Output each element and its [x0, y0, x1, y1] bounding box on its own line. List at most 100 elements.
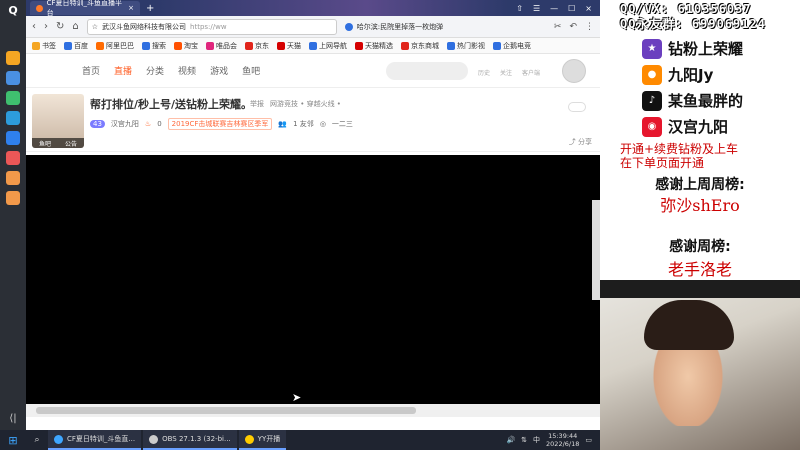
system-tray: 🔊 ⇅ 中 15:39:44 2022/6/18 ▭ — [506, 432, 600, 448]
scrollbar-thumb[interactable] — [36, 407, 416, 414]
bookmark-label: 天猫 — [287, 41, 301, 50]
taskbar: ⊞ ⌕ CF夏日特训_斗鱼直... OBS 27.1.3 (32-bi... Y… — [0, 430, 600, 450]
nav-category[interactable]: 分类 — [146, 64, 164, 77]
bookmark-item[interactable]: 企鹅电竞 — [493, 41, 531, 51]
user-avatar[interactable] — [562, 59, 586, 83]
taskbar-label: OBS 27.1.3 (32-bi... — [162, 435, 231, 443]
url-text[interactable]: https://ww — [190, 23, 227, 31]
thanks-last-week: 感谢上周周榜: — [655, 177, 745, 193]
notice-label[interactable]: 公告 — [65, 139, 77, 148]
bookmark-item[interactable]: 阿里巴巴 — [96, 41, 134, 51]
room-category[interactable]: 网游竞技 • 穿越火线 • — [270, 99, 341, 109]
dock-collapse-icon[interactable]: ⟨| — [9, 413, 16, 424]
hot-news[interactable]: 哈尔滨:民院里掉落一枚炮弹 — [344, 22, 444, 32]
close-icon[interactable]: × — [585, 4, 592, 13]
browser-titlebar: CF夏日特训_斗鱼直播平台 × + ⇧ ☰ — ☐ × — [26, 0, 600, 17]
notification-icon[interactable]: ▭ — [585, 436, 592, 444]
nav-live[interactable]: 直播 — [114, 64, 132, 77]
bookmark-icon — [64, 41, 72, 50]
volume-icon[interactable]: 🔊 — [506, 436, 515, 444]
dock-app-icon[interactable] — [6, 91, 20, 105]
taskbar-item-obs[interactable]: OBS 27.1.3 (32-bi... — [143, 430, 237, 450]
home-icon[interactable]: ⌂ — [72, 21, 78, 32]
dock-app-icon[interactable] — [6, 191, 20, 205]
hot-news-text: 哈尔滨:民院里掉落一枚炮弹 — [356, 22, 444, 31]
more-icon[interactable]: ⋮ — [585, 22, 594, 32]
dock-app-icon[interactable] — [6, 111, 20, 125]
rank-icon: ◎ — [319, 120, 326, 128]
bookmark-item[interactable]: 搜索 — [142, 41, 166, 51]
menu-icon[interactable]: ☰ — [533, 4, 540, 13]
client-link[interactable]: 客户端 — [522, 68, 540, 77]
bookmark-item[interactable]: 百度 — [64, 41, 88, 51]
bookmark-item[interactable]: 京东 — [245, 41, 269, 51]
bookmark-item[interactable]: 天猫精选 — [355, 41, 393, 51]
weibo-icon: ◉ — [642, 116, 662, 137]
last-week-name: 弥沙shEro — [660, 196, 740, 215]
bookmark-item[interactable]: 天猫 — [277, 41, 301, 51]
dock-app-icon[interactable] — [6, 131, 20, 145]
nav-fishbar[interactable]: 鱼吧 — [242, 64, 260, 77]
dock-app-icon[interactable] — [6, 51, 20, 65]
social-row: ★ 钻粉上荣耀 — [642, 38, 743, 59]
extension-icon[interactable]: ✂ — [554, 22, 562, 32]
bookmark-label: 京东 — [255, 41, 269, 50]
history-link[interactable]: 历史 — [478, 68, 490, 77]
vertical-scrollbar[interactable] — [592, 200, 600, 300]
dock-app-icon[interactable] — [6, 151, 20, 165]
bookmark-icon — [447, 41, 455, 50]
room-toggle[interactable] — [568, 102, 586, 112]
address-bar[interactable]: ☆ 武汉斗鱼网络科技有限公司 https://ww — [86, 18, 337, 35]
news-icon — [344, 22, 353, 31]
bookmark-item[interactable]: 热门影视 — [447, 41, 485, 51]
dock-app-icon[interactable] — [6, 71, 20, 85]
minimize-icon[interactable]: — — [550, 4, 558, 13]
bookmark-item[interactable]: 书签 — [32, 41, 56, 51]
dock-app-icon[interactable] — [6, 171, 20, 185]
promo-line-2: 在下单页面开通 — [620, 156, 705, 170]
forward-icon[interactable]: › — [44, 21, 48, 32]
clock[interactable]: 15:39:44 2022/6/18 — [546, 432, 579, 448]
rank-text[interactable]: 一二三 — [332, 119, 353, 129]
undo-icon[interactable]: ↶ — [569, 22, 577, 32]
streamer-name[interactable]: 汉宫九阳 — [111, 119, 139, 129]
dock-logo[interactable]: Q — [8, 4, 17, 17]
back-icon[interactable]: ‹ — [32, 21, 36, 32]
douyin-icon: ♪ — [642, 90, 662, 111]
bookmark-item[interactable]: 京东商城 — [401, 41, 439, 51]
network-icon[interactable]: ⇅ — [521, 436, 527, 444]
reload-icon[interactable]: ↻ — [56, 21, 64, 32]
honor-tag[interactable]: 2019CF击城联赛吉林赛区季军 — [167, 118, 273, 130]
skin-icon[interactable]: ⇧ — [516, 4, 523, 13]
star-icon[interactable]: ☆ — [92, 23, 98, 31]
bookmark-item[interactable]: 上网导航 — [309, 41, 347, 51]
follow-link[interactable]: 关注 — [500, 68, 512, 77]
taskbar-item-browser[interactable]: CF夏日特训_斗鱼直... — [48, 430, 142, 450]
fishbar-label[interactable]: 鱼吧 — [39, 139, 51, 148]
tab-close-icon[interactable]: × — [128, 4, 134, 12]
streamer-avatar[interactable]: 鱼吧 公告 — [32, 94, 84, 148]
maximize-icon[interactable]: ☐ — [568, 4, 575, 13]
room-header: 鱼吧 公告 帮打排位/秒上号/送钻粉上荣耀。 举报 网游竞技 • 穿越火线 • … — [26, 88, 600, 152]
friends-count[interactable]: 1 友邻 — [293, 119, 314, 129]
nav-home[interactable]: 首页 — [82, 64, 100, 77]
browser-tab[interactable]: CF夏日特训_斗鱼直播平台 × — [30, 0, 140, 17]
site-search-input[interactable] — [386, 62, 468, 80]
bookmark-item[interactable]: 淘宝 — [174, 41, 198, 51]
search-icon[interactable]: ⌕ — [26, 435, 48, 445]
bookmark-item[interactable]: 唯品会 — [206, 41, 237, 51]
video-player[interactable]: ➤ — [26, 155, 600, 417]
share-button[interactable]: ⤴ 分享 — [569, 137, 592, 147]
taskbar-item-yy[interactable]: YY开播 — [238, 430, 287, 450]
bookmark-label: 淘宝 — [184, 41, 198, 50]
promo-text: 开通+续费钻粉及上车 在下单页面开通 — [620, 142, 738, 170]
room-title: 帮打排位/秒上号/送钻粉上荣耀。 — [90, 98, 253, 111]
nav-video[interactable]: 视频 — [178, 64, 196, 77]
report-link[interactable]: 举报 — [250, 99, 264, 109]
new-tab-button[interactable]: + — [146, 3, 154, 14]
horizontal-scrollbar[interactable] — [26, 404, 600, 417]
input-language[interactable]: 中 — [533, 435, 540, 445]
nav-game[interactable]: 游戏 — [210, 64, 228, 77]
promo-line-1: 开通+续费钻粉及上车 — [620, 142, 739, 156]
windows-start-icon[interactable]: ⊞ — [0, 434, 26, 447]
